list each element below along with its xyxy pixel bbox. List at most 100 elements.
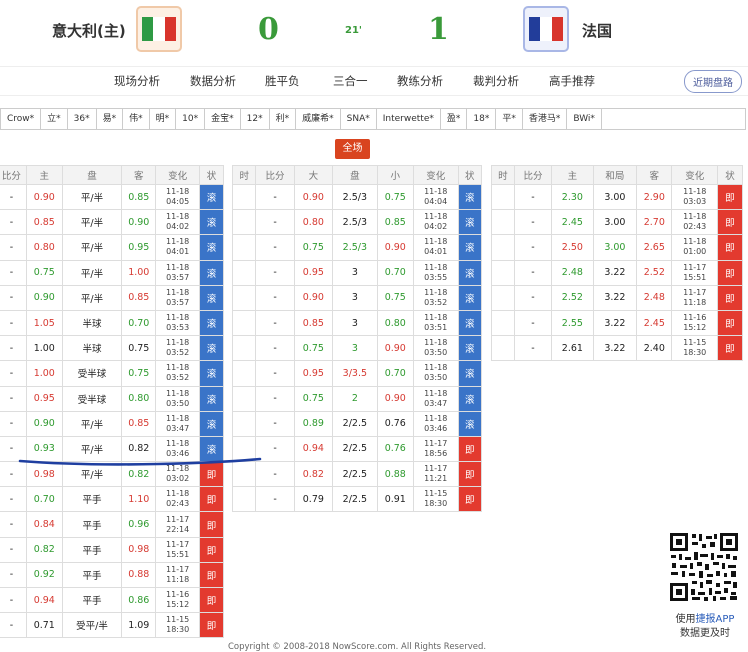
bookmaker-tab[interactable]: Crow* <box>1 109 42 129</box>
table-row[interactable]: -0.71 受平/半 1.09 11-15 18:30 即 <box>0 612 224 639</box>
away-team-name[interactable]: 法国 <box>582 20 612 41</box>
status-badge[interactable]: 即 <box>457 461 483 488</box>
bookmaker-tab[interactable]: 伟* <box>123 109 150 129</box>
nav-live-analysis[interactable]: 现场分析 <box>114 73 160 89</box>
bookmaker-tab[interactable]: 立* <box>41 109 68 129</box>
table-row[interactable]: -0.90 平/半 0.85 11-18 04:05 滚 <box>0 183 224 211</box>
bookmaker-tab[interactable]: 威廉希* <box>296 109 341 129</box>
status-badge[interactable]: 即 <box>457 435 483 463</box>
table-row[interactable]: -0.90 2.5/3 0.75 11-18 04:04 滚 <box>231 183 483 211</box>
table-row[interactable]: -0.75 2 0.90 11-18 03:47 滚 <box>231 385 483 412</box>
status-badge[interactable]: 滚 <box>199 284 224 311</box>
table-row[interactable]: -0.90 平/半 0.85 11-18 03:47 滚 <box>0 410 224 437</box>
bookmaker-tab[interactable]: 10* <box>176 109 206 129</box>
table-row[interactable]: -0.89 2/2.5 0.76 11-18 03:46 滚 <box>231 410 483 437</box>
table-row[interactable]: -2.30 3.00 2.90 11-18 03:03 即 <box>491 183 743 211</box>
bookmaker-tab[interactable]: Interwette* <box>377 109 441 129</box>
bookmaker-tab[interactable]: BWi* <box>567 109 602 129</box>
bookmaker-tab[interactable]: 平* <box>496 109 523 129</box>
table-row[interactable]: -0.95 受半球 0.80 11-18 03:50 滚 <box>0 385 224 412</box>
bookmaker-tab[interactable]: 明* <box>150 109 177 129</box>
status-badge[interactable]: 即 <box>199 486 224 513</box>
status-badge[interactable]: 滚 <box>457 284 483 311</box>
home-team-name[interactable]: 意大利(主) <box>52 20 126 41</box>
table-row[interactable]: -1.00 半球 0.75 11-18 03:52 滚 <box>0 335 224 362</box>
table-row[interactable]: -0.95 3 0.70 11-18 03:55 滚 <box>231 259 483 286</box>
status-badge[interactable]: 滚 <box>199 335 224 362</box>
status-badge[interactable]: 滚 <box>457 183 483 211</box>
table-row[interactable]: -1.05 半球 0.70 11-18 03:53 滚 <box>0 309 224 337</box>
table-row[interactable]: -0.70 平手 1.10 11-18 02:43 即 <box>0 486 224 513</box>
table-row[interactable]: -2.61 3.22 2.40 11-15 18:30 即 <box>491 335 743 362</box>
bookmaker-tab[interactable]: 易* <box>97 109 124 129</box>
status-badge[interactable]: 滚 <box>199 410 224 437</box>
status-badge[interactable]: 滚 <box>199 234 224 261</box>
table-row[interactable]: -0.82 平手 0.98 11-17 15:51 即 <box>0 536 224 563</box>
table-row[interactable]: -0.80 平/半 0.95 11-18 04:01 滚 <box>0 234 224 261</box>
table-row[interactable]: -0.75 2.5/3 0.90 11-18 04:01 滚 <box>231 234 483 261</box>
bookmaker-tab[interactable]: 盈* <box>441 109 468 129</box>
nav-expert-picks[interactable]: 高手推荐 <box>549 73 595 89</box>
status-badge[interactable]: 滚 <box>457 234 483 261</box>
table-row[interactable]: -2.52 3.22 2.48 11-17 11:18 即 <box>491 284 743 311</box>
status-badge[interactable]: 即 <box>199 561 224 589</box>
status-badge[interactable]: 滚 <box>199 183 224 211</box>
status-badge[interactable]: 滚 <box>457 335 483 362</box>
table-row[interactable]: -0.94 2/2.5 0.76 11-17 18:56 即 <box>231 435 483 463</box>
table-row[interactable]: -0.94 平手 0.86 11-16 15:12 即 <box>0 586 224 614</box>
status-badge[interactable]: 即 <box>457 486 483 513</box>
status-badge[interactable]: 滚 <box>457 385 483 412</box>
status-badge[interactable]: 即 <box>717 183 743 211</box>
nav-data-analysis[interactable]: 数据分析 <box>190 73 236 89</box>
table-row[interactable]: -2.50 3.00 2.65 11-18 01:00 即 <box>491 234 743 261</box>
status-badge[interactable]: 滚 <box>457 410 483 437</box>
table-row[interactable]: -2.48 3.22 2.52 11-17 15:51 即 <box>491 259 743 286</box>
table-row[interactable]: -0.85 3 0.80 11-18 03:51 滚 <box>231 309 483 337</box>
status-badge[interactable]: 即 <box>717 284 743 311</box>
bookmaker-tab[interactable]: 36* <box>68 109 97 129</box>
status-badge[interactable]: 即 <box>199 612 224 639</box>
table-row[interactable]: -0.90 平/半 0.85 11-18 03:57 滚 <box>0 284 224 311</box>
table-row[interactable]: -0.92 平手 0.88 11-17 11:18 即 <box>0 561 224 589</box>
status-badge[interactable]: 滚 <box>457 360 483 387</box>
table-row[interactable]: -0.95 3/3.5 0.70 11-18 03:50 滚 <box>231 360 483 387</box>
status-badge[interactable]: 即 <box>717 335 743 362</box>
status-badge[interactable]: 滚 <box>457 209 483 236</box>
status-badge[interactable]: 滚 <box>457 309 483 337</box>
status-badge[interactable]: 滚 <box>199 360 224 387</box>
bookmaker-tab[interactable]: 18* <box>467 109 497 129</box>
bookmaker-tab[interactable]: 利* <box>270 109 297 129</box>
recent-trend-button[interactable]: 近期盘路 <box>684 70 742 93</box>
nav-referee-analysis[interactable]: 裁判分析 <box>473 73 519 89</box>
status-badge[interactable]: 滚 <box>199 259 224 286</box>
table-row[interactable]: -0.84 平手 0.96 11-17 22:14 即 <box>0 511 224 538</box>
status-badge[interactable]: 滚 <box>199 209 224 236</box>
qr-code-icon[interactable] <box>669 532 739 602</box>
table-row[interactable]: -0.79 2/2.5 0.91 11-15 18:30 即 <box>231 486 483 513</box>
table-row[interactable]: -1.00 受半球 0.75 11-18 03:52 滚 <box>0 360 224 387</box>
bookmaker-tab[interactable]: 金宝* <box>205 109 241 129</box>
bookmaker-tab[interactable]: 香港马* <box>523 109 568 129</box>
status-badge[interactable]: 滚 <box>199 385 224 412</box>
nav-three-in-one[interactable]: 三合一 <box>333 73 368 89</box>
status-badge[interactable]: 即 <box>717 259 743 286</box>
status-badge[interactable]: 滚 <box>199 309 224 337</box>
status-badge[interactable]: 即 <box>717 309 743 337</box>
nav-win-draw-lose[interactable]: 胜平负 <box>265 73 300 89</box>
table-row[interactable]: -0.75 平/半 1.00 11-18 03:57 滚 <box>0 259 224 286</box>
status-badge[interactable]: 即 <box>717 234 743 261</box>
full-match-button[interactable]: 全场 <box>335 139 370 159</box>
status-badge[interactable]: 即 <box>199 536 224 563</box>
table-row[interactable]: -2.45 3.00 2.70 11-18 02:43 即 <box>491 209 743 236</box>
table-row[interactable]: -0.90 3 0.75 11-18 03:52 滚 <box>231 284 483 311</box>
status-badge[interactable]: 滚 <box>457 259 483 286</box>
table-row[interactable]: -0.75 3 0.90 11-18 03:50 滚 <box>231 335 483 362</box>
status-badge[interactable]: 即 <box>199 586 224 614</box>
table-row[interactable]: -2.55 3.22 2.45 11-16 15:12 即 <box>491 309 743 337</box>
bookmaker-tab[interactable]: SNA* <box>341 109 377 129</box>
status-badge[interactable]: 即 <box>717 209 743 236</box>
table-row[interactable]: -0.82 2/2.5 0.88 11-17 11:21 即 <box>231 461 483 488</box>
app-download-link[interactable]: 捷报APP <box>696 614 735 625</box>
bookmaker-tab[interactable]: 12* <box>241 109 270 129</box>
nav-coach-analysis[interactable]: 教练分析 <box>397 73 443 89</box>
